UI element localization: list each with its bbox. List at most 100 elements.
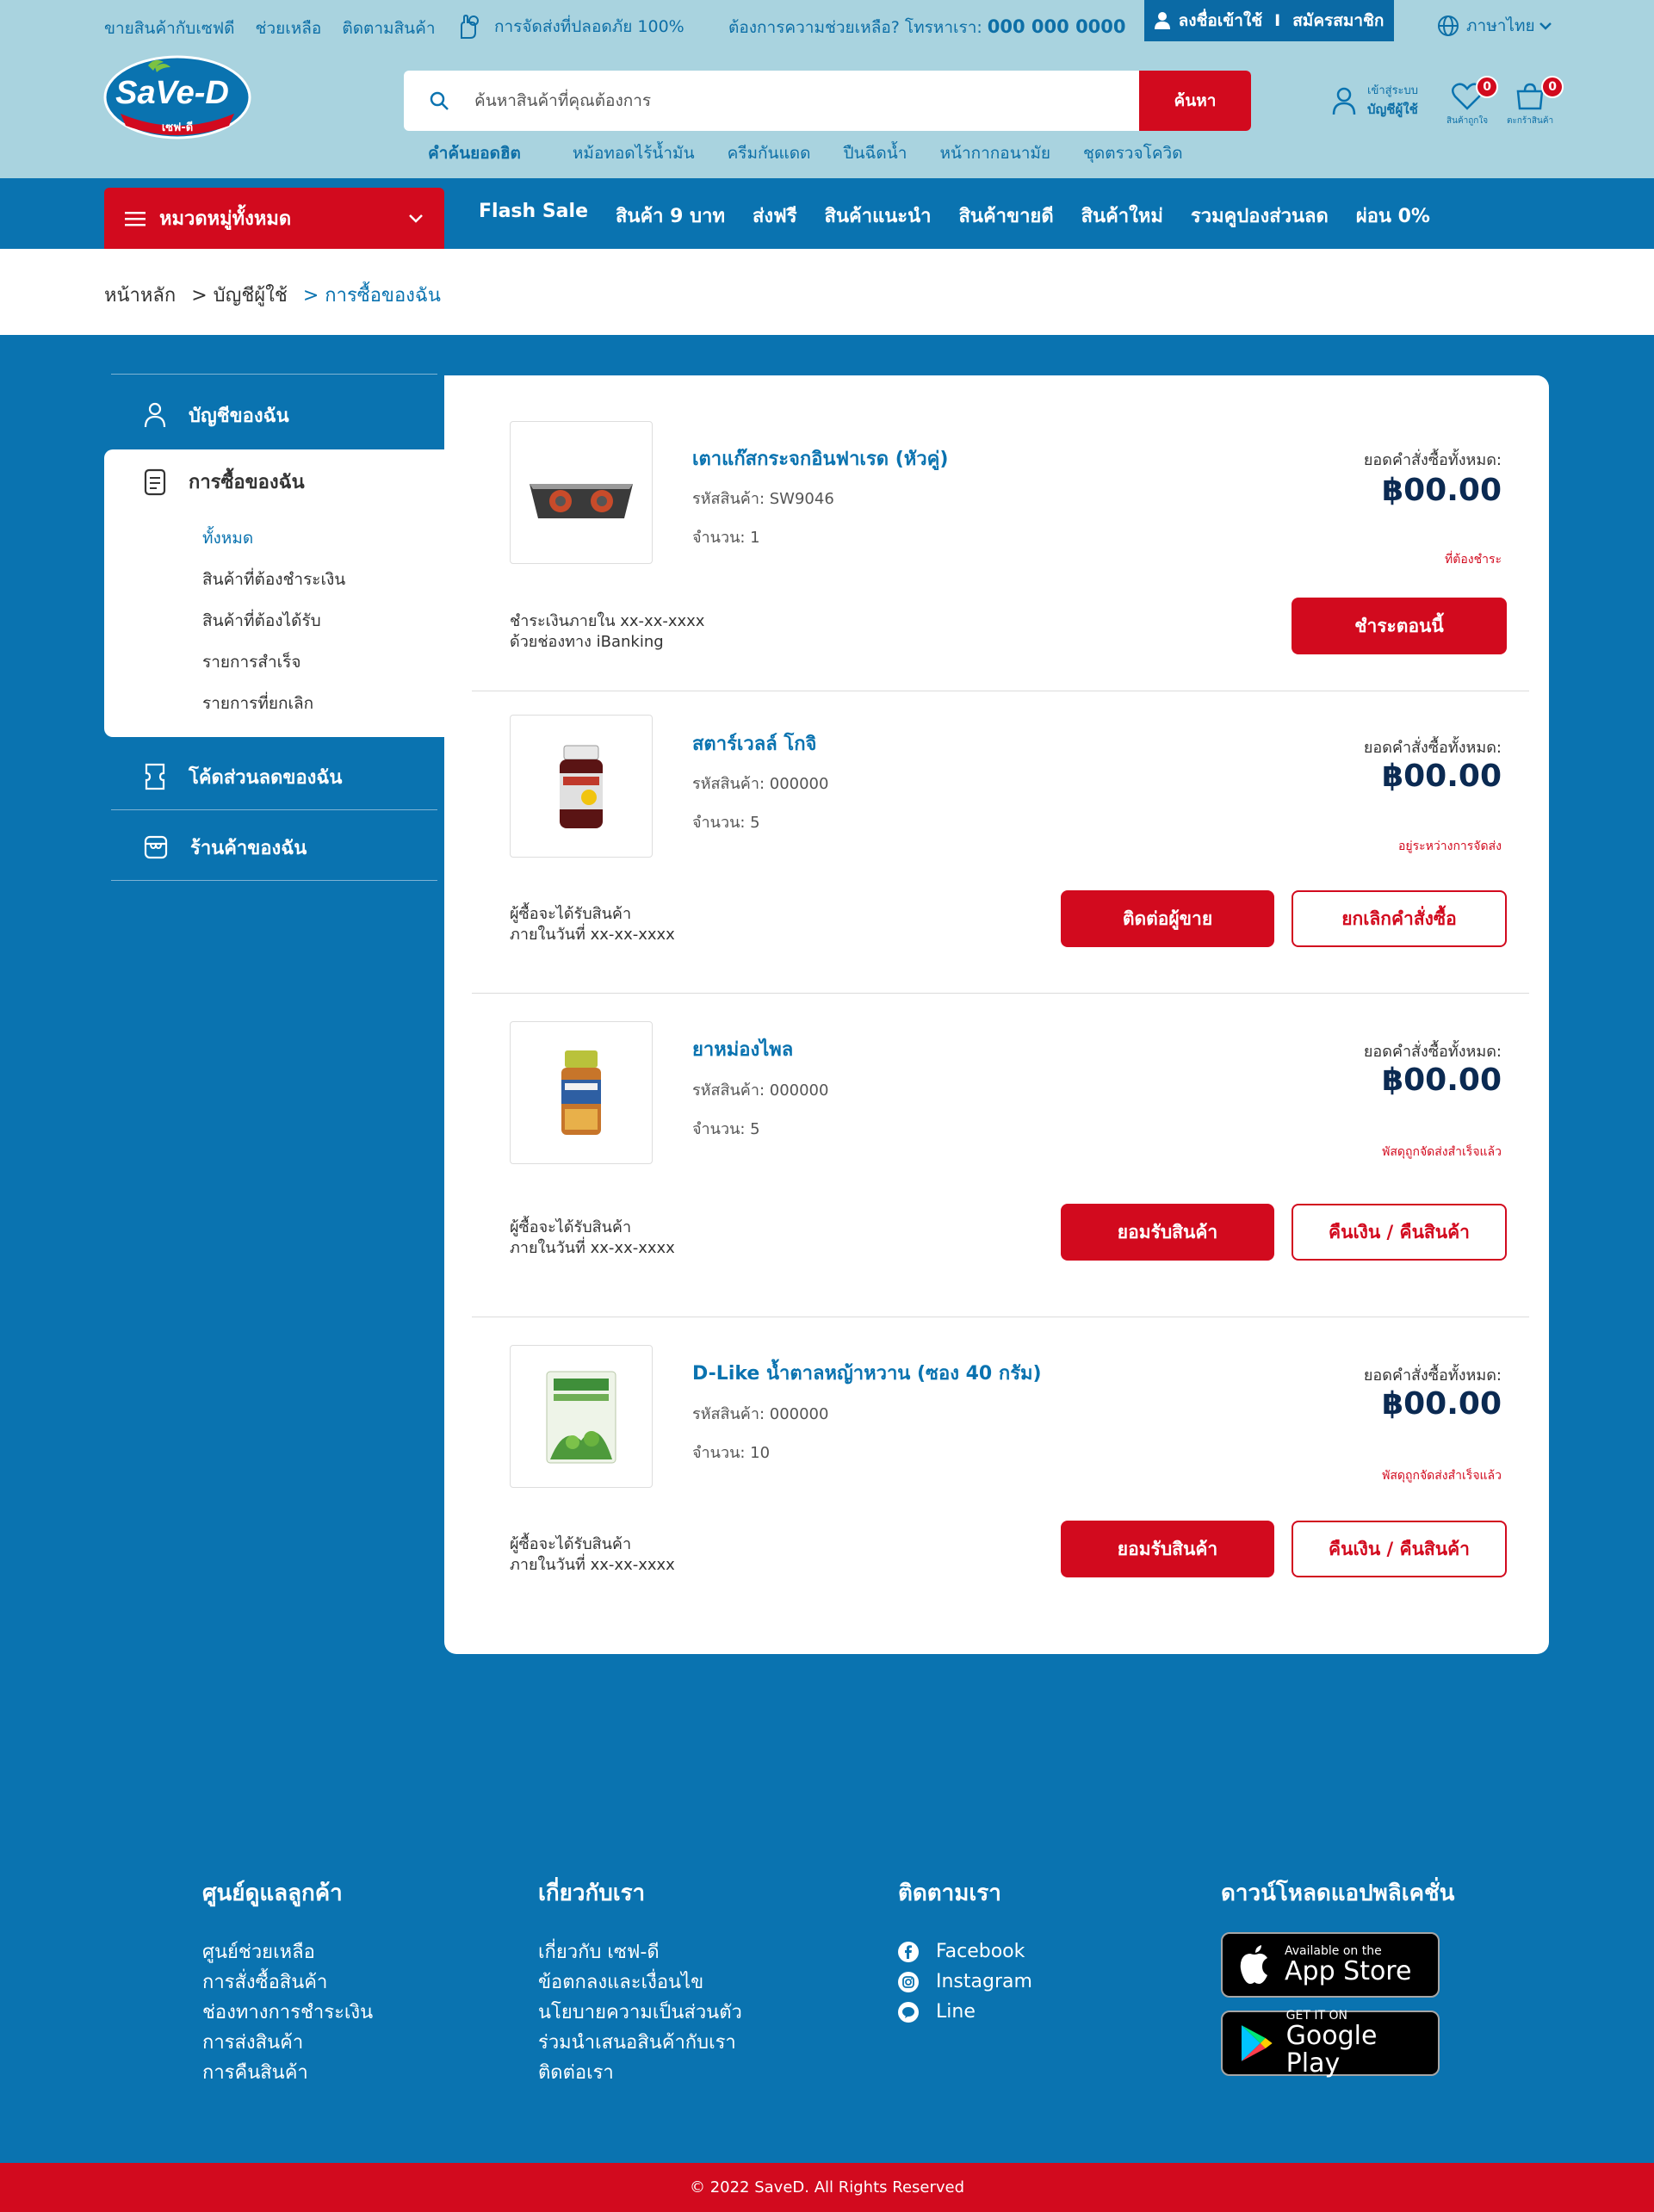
app-store-badge[interactable]: Available on the App Store bbox=[1221, 1932, 1440, 1998]
popular-search-item[interactable]: ชุดตรวจโควิด bbox=[1083, 140, 1183, 166]
footer-heading: ดาวน์โหลดแอปพลิเคชั่น bbox=[1221, 1881, 1455, 1906]
sidebar-item-my-account[interactable]: บัญชีของฉัน bbox=[104, 381, 444, 449]
contact-seller-button[interactable]: ติดต่อผู้ขาย bbox=[1061, 890, 1274, 947]
google-play-large-text: Google Play bbox=[1285, 2021, 1378, 2079]
track-order-link[interactable]: ติดตามสินค้า bbox=[342, 19, 435, 38]
sidebar-item-my-coupons[interactable]: โค้ดส่วนลดของฉัน bbox=[104, 742, 444, 811]
order-status: พัสดุถูกจัดส่งสำเร็จแล้ว bbox=[1382, 1145, 1502, 1159]
all-categories-button[interactable]: หมวดหมู่ทั้งหมด bbox=[104, 188, 444, 249]
popular-search-item[interactable]: ครีมกันแดด bbox=[728, 140, 811, 166]
product-image[interactable] bbox=[510, 715, 653, 858]
topbar-links: ขายสินค้ากับเซฟดี ช่วยเหลือ ติดตามสินค้า bbox=[104, 15, 451, 41]
product-name[interactable]: ยาหม่องไพล bbox=[692, 1034, 793, 1064]
search-icon bbox=[404, 71, 474, 131]
refund-return-button[interactable]: คืนเงิน / คืนสินค้า bbox=[1292, 1204, 1507, 1261]
filter-to-pay[interactable]: สินค้าที่ต้องชำระเงิน bbox=[202, 567, 345, 608]
product-name[interactable]: D-Like น้ำตาลหญ้าหวาน (ซอง 40 กรัม) bbox=[692, 1358, 1042, 1388]
footer-link[interactable]: ร่วมนำเสนอสินค้ากับเรา bbox=[538, 2027, 742, 2057]
nav-item-free-shipping[interactable]: ส่งฟรี bbox=[753, 201, 797, 231]
refund-return-button[interactable]: คืนเงิน / คืนสินค้า bbox=[1292, 1521, 1507, 1577]
signup-link[interactable]: สมัครสมาชิก bbox=[1292, 8, 1384, 34]
login-separator: I bbox=[1274, 11, 1281, 30]
filter-completed[interactable]: รายการสำเร็จ bbox=[202, 649, 345, 691]
facebook-label: Facebook bbox=[936, 1941, 1025, 1962]
cart-count-badge: 0 bbox=[1541, 76, 1564, 98]
order-note-line1: ผู้ซื้อจะได้รับสินค้า bbox=[510, 1535, 632, 1553]
order-card: สตาร์เวลล์ โกจิ รหัสสินค้า: 000000 จำนวน… bbox=[472, 691, 1529, 994]
popular-search-item[interactable]: ปืนฉีดน้ำ bbox=[843, 140, 907, 166]
help-link[interactable]: ช่วยเหลือ bbox=[256, 19, 322, 38]
filter-cancelled[interactable]: รายการที่ยกเลิก bbox=[202, 691, 345, 732]
footer-link[interactable]: การสั่งซื้อสินค้า bbox=[202, 1967, 373, 1997]
footer-link[interactable]: ศูนย์ช่วยเหลือ bbox=[202, 1936, 373, 1967]
filter-to-receive[interactable]: สินค้าที่ต้องได้รับ bbox=[202, 608, 345, 649]
sidebar-item-my-shop[interactable]: ร้านค้าของฉัน bbox=[104, 813, 444, 882]
nav-item-best-sellers[interactable]: สินค้าขายดี bbox=[959, 201, 1054, 231]
order-note: ผู้ซื้อจะได้รับสินค้า ภายในวันที่ xx-xx-… bbox=[510, 1534, 675, 1576]
product-name[interactable]: เตาแก๊สกระจกอินฟาเรด (หัวคู่) bbox=[692, 443, 948, 474]
nav-item-new-products[interactable]: สินค้าใหม่ bbox=[1081, 201, 1163, 231]
footer-link[interactable]: เกี่ยวกับ เซฟ-ดี bbox=[538, 1936, 742, 1967]
breadcrumb-account[interactable]: > บัญชีผู้ใช้ bbox=[191, 280, 288, 310]
breadcrumb-home[interactable]: หน้าหลัก bbox=[104, 280, 176, 310]
wishlist-count-badge: 0 bbox=[1476, 76, 1499, 98]
shop-icon bbox=[144, 835, 168, 859]
order-note-line1: ผู้ซื้อจะได้รับสินค้า bbox=[510, 905, 632, 923]
wishlist-button[interactable]: 0 สินค้าถูกใจ bbox=[1446, 76, 1499, 127]
line-label: Line bbox=[936, 2001, 976, 2023]
search-button[interactable]: ค้นหา bbox=[1139, 71, 1251, 131]
footer-link[interactable]: ติดต่อเรา bbox=[538, 2057, 742, 2087]
nav-item-coupons[interactable]: รวมคูปองส่วนลด bbox=[1191, 201, 1329, 231]
order-card: เตาแก๊สกระจกอินฟาเรด (หัวคู่) รหัสสินค้า… bbox=[472, 375, 1529, 691]
save-d-logo[interactable]: SaVe-D เซฟ-ดี bbox=[103, 55, 251, 139]
search-input[interactable] bbox=[474, 71, 1139, 131]
order-total-label: ยอดคำสั่งซื้อทั้งหมด: bbox=[1363, 739, 1502, 757]
popular-search-item[interactable]: หน้ากากอนามัย bbox=[939, 140, 1050, 166]
footer-customer-care: ศูนย์ดูแลลูกค้า ศูนย์ช่วยเหลือ การสั่งซื… bbox=[202, 1875, 373, 2087]
nav-item-flash-sale[interactable]: Flash Sale bbox=[479, 201, 588, 231]
line-link[interactable]: Line bbox=[898, 1997, 1032, 2027]
accept-product-button[interactable]: ยอมรับสินค้า bbox=[1061, 1521, 1274, 1577]
filter-all[interactable]: ทั้งหมด bbox=[202, 525, 345, 567]
pay-now-button[interactable]: ชำระตอนนี้ bbox=[1292, 598, 1507, 654]
google-play-icon bbox=[1241, 2025, 1273, 2061]
copyright-text: © 2022 SaveD. All Rights Reserved bbox=[689, 2178, 965, 2197]
footer-link[interactable]: ข้อตกลงและเงื่อนไข bbox=[538, 1967, 742, 1997]
nav-item-installment[interactable]: ผ่อน 0% bbox=[1356, 201, 1430, 231]
language-label: ภาษาไทย bbox=[1466, 16, 1535, 35]
product-image[interactable] bbox=[510, 421, 653, 564]
nav-item-recommended[interactable]: สินค้าแนะนำ bbox=[825, 201, 932, 231]
product-sku: รหัสสินค้า: 000000 bbox=[692, 1081, 829, 1100]
google-play-badge[interactable]: GET IT ON Google Play bbox=[1221, 2009, 1440, 2079]
accept-product-button[interactable]: ยอมรับสินค้า bbox=[1061, 1204, 1274, 1261]
facebook-link[interactable]: Facebook bbox=[898, 1936, 1032, 1967]
footer-link[interactable]: การส่งสินค้า bbox=[202, 2027, 373, 2057]
cancel-order-button[interactable]: ยกเลิกคำสั่งซื้อ bbox=[1292, 890, 1507, 947]
sell-with-us-link[interactable]: ขายสินค้ากับเซฟดี bbox=[104, 19, 235, 38]
nav-item-9-baht[interactable]: สินค้า 9 บาท bbox=[616, 201, 725, 231]
goji-bottle-image bbox=[560, 745, 603, 828]
footer-about: เกี่ยวกับเรา เกี่ยวกับ เซฟ-ดี ข้อตกลงและ… bbox=[538, 1875, 742, 2087]
language-selector[interactable]: ภาษาไทย bbox=[1437, 13, 1559, 39]
hamburger-icon bbox=[125, 211, 146, 226]
product-image[interactable] bbox=[510, 1345, 653, 1488]
wishlist-label: สินค้าถูกใจ bbox=[1446, 116, 1489, 126]
login-link[interactable]: ลงชื่อเข้าใช้ bbox=[1179, 8, 1263, 34]
footer-link[interactable]: ช่องทางการชำระเงิน bbox=[202, 1997, 373, 2027]
my-purchases-header[interactable]: การซื้อของฉัน bbox=[144, 467, 305, 497]
product-image[interactable] bbox=[510, 1021, 653, 1164]
product-quantity: จำนวน: 5 bbox=[692, 1120, 760, 1138]
order-note-line1: ชำระเงินภายใน xx-xx-xxxx bbox=[510, 612, 705, 630]
all-categories-label: หมวดหมู่ทั้งหมด bbox=[159, 208, 292, 230]
product-name[interactable]: สตาร์เวลล์ โกจิ bbox=[692, 728, 816, 759]
cart-button[interactable]: 0 ตะกร้าสินค้า bbox=[1507, 76, 1564, 127]
facebook-icon bbox=[898, 1941, 919, 1962]
instagram-link[interactable]: Instagram bbox=[898, 1967, 1032, 1997]
popular-search-item[interactable]: หม้อทอดไร้น้ำมัน bbox=[573, 140, 695, 166]
footer-link[interactable]: การคืนสินค้า bbox=[202, 2057, 373, 2087]
hotline: ต้องการความช่วยเหลือ? โทรหาเรา: 000 000 0… bbox=[728, 15, 1126, 40]
apple-icon bbox=[1240, 1945, 1267, 1984]
account-login-button[interactable]: เข้าสู่ระบบ บัญชีผู้ใช้ bbox=[1331, 81, 1418, 120]
footer-link[interactable]: นโยบายความเป็นส่วนตัว bbox=[538, 1997, 742, 2027]
hotline-number[interactable]: 000 000 0000 bbox=[988, 16, 1126, 37]
